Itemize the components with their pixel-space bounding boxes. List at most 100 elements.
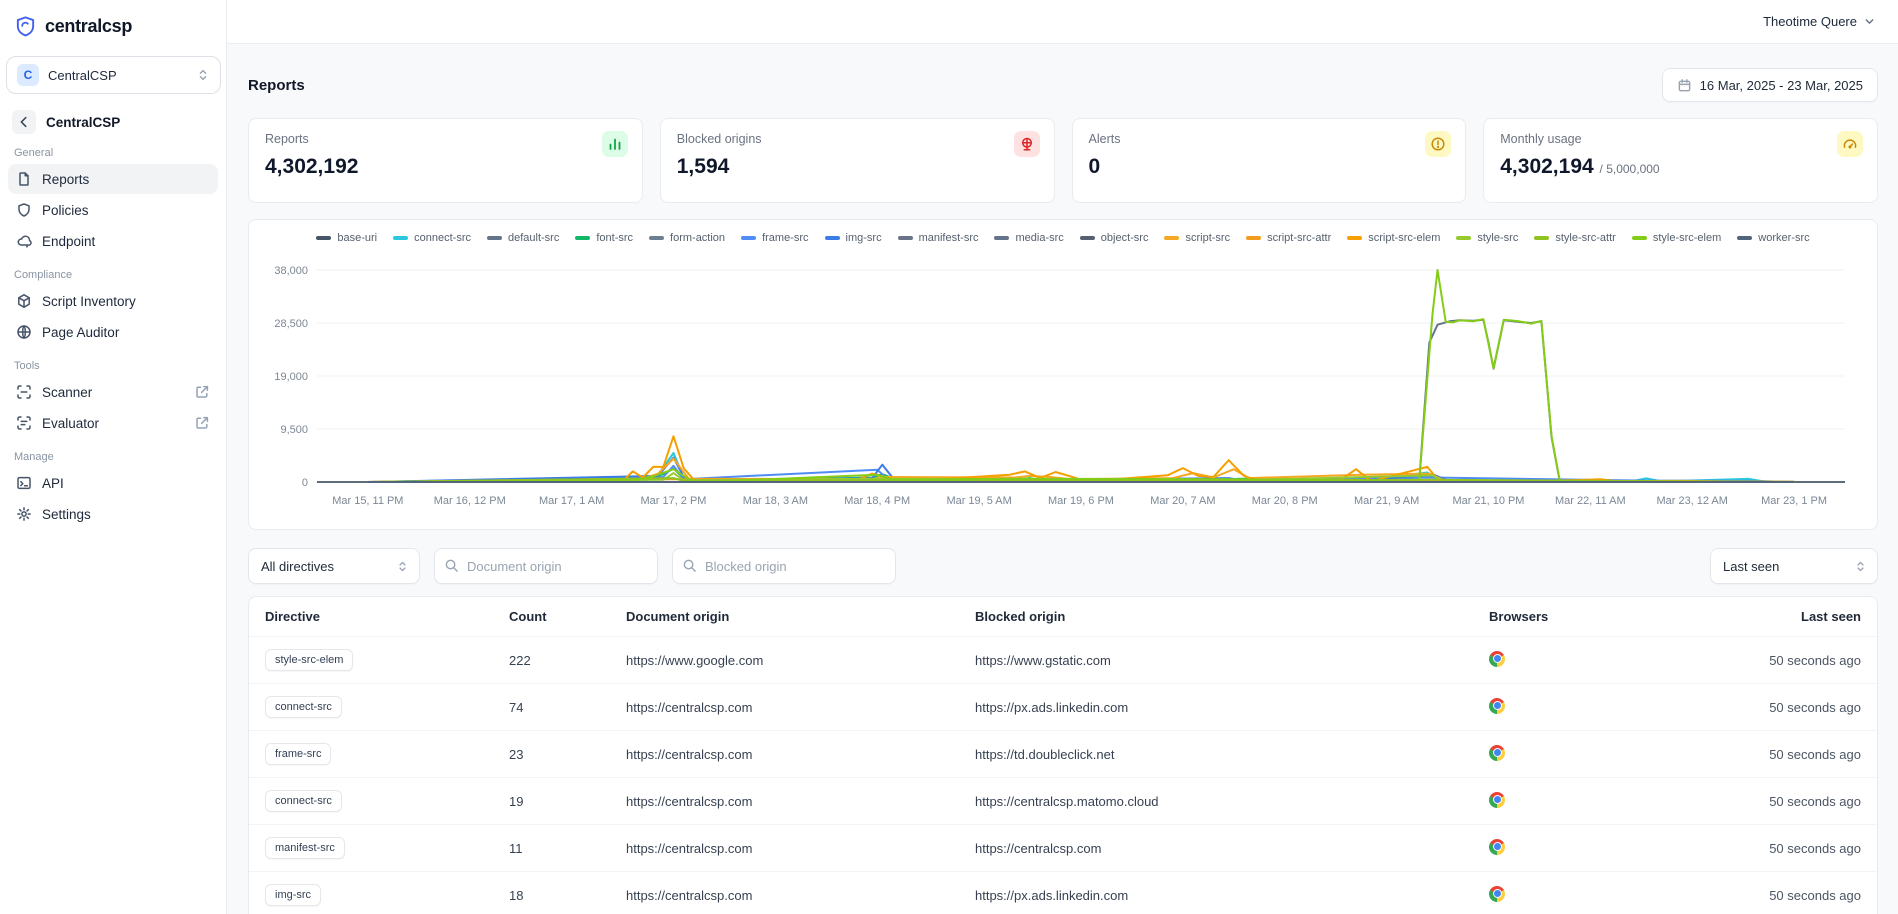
workspace-selector[interactable]: C CentralCSP [6, 56, 221, 94]
sidebar-item-evaluator[interactable]: Evaluator [8, 408, 218, 438]
legend-color-swatch [825, 236, 840, 240]
legend-color-swatch [487, 236, 502, 240]
directive-cell: connect-src [249, 778, 493, 825]
table-row[interactable]: style-src-elem222https://www.google.comh… [249, 637, 1877, 684]
legend-color-swatch [1080, 236, 1095, 240]
arrow-left-icon [17, 115, 31, 129]
last-seen-cell: 50 seconds ago [1703, 778, 1877, 825]
cloud-icon [16, 233, 32, 249]
svg-text:38,000: 38,000 [274, 265, 308, 277]
table-row[interactable]: frame-src23https://centralcsp.comhttps:/… [249, 731, 1877, 778]
reports-line-chart[interactable]: 09,50019,00028,50038,000Mar 15, 11 PMMar… [265, 250, 1861, 518]
directive-badge: frame-src [265, 743, 331, 765]
legend-color-swatch [994, 236, 1009, 240]
document-origin-cell: https://centralcsp.com [610, 684, 959, 731]
page-content: Reports 16 Mar, 2025 - 23 Mar, 2025 Repo… [227, 44, 1898, 914]
legend-color-swatch [1456, 236, 1471, 240]
stat-card-alerts: Alerts 0 [1072, 118, 1467, 203]
reports-table-card: Directive Count Document origin Blocked … [248, 596, 1878, 914]
svg-text:Mar 17, 2 PM: Mar 17, 2 PM [641, 495, 707, 507]
gear-icon [16, 506, 32, 522]
scan-icon [16, 384, 32, 400]
reports-chart-card: base-uri connect-src default-src font-src fo… [248, 219, 1878, 530]
legend-item-font-src[interactable]: font-src [575, 232, 633, 244]
legend-item-style-src-elem[interactable]: style-src-elem [1632, 232, 1721, 244]
sidebar-item-endpoint[interactable]: Endpoint [8, 226, 218, 256]
col-browsers: Browsers [1473, 597, 1703, 637]
table-row[interactable]: connect-src19https://centralcsp.comhttps… [249, 778, 1877, 825]
legend-color-swatch [1347, 236, 1362, 240]
directive-cell: frame-src [249, 731, 493, 778]
project-header: CentralCSP [12, 110, 214, 134]
sidebar-item-scanner[interactable]: Scanner [8, 377, 218, 407]
count-cell: 222 [493, 637, 610, 684]
nav-section-label: General [14, 147, 212, 159]
sidebar-item-script-inventory[interactable]: Script Inventory [8, 286, 218, 316]
evaluate-icon [16, 415, 32, 431]
sidebar-item-settings[interactable]: Settings [8, 499, 218, 529]
legend-item-default-src[interactable]: default-src [487, 232, 559, 244]
browsers-cell [1473, 637, 1703, 684]
legend-item-frame-src[interactable]: frame-src [741, 232, 808, 244]
sidebar-item-reports[interactable]: Reports [8, 164, 218, 194]
legend-item-worker-src[interactable]: worker-src [1737, 232, 1809, 244]
legend-item-script-src-elem[interactable]: script-src-elem [1347, 232, 1440, 244]
svg-text:Mar 20, 8 PM: Mar 20, 8 PM [1252, 495, 1318, 507]
svg-text:0: 0 [302, 477, 308, 489]
workspace-name: CentralCSP [48, 68, 187, 83]
blocked-origin-cell: https://px.ads.linkedin.com [959, 684, 1473, 731]
directive-cell: img-src [249, 872, 493, 914]
svg-text:Mar 22, 11 AM: Mar 22, 11 AM [1555, 495, 1626, 507]
blocked-origin-input[interactable] [672, 548, 896, 584]
chevron-updown-icon [396, 560, 409, 573]
sidebar-item-policies[interactable]: Policies [8, 195, 218, 225]
last-seen-select[interactable]: Last seen [1710, 548, 1878, 584]
table-row[interactable]: img-src18https://centralcsp.comhttps://p… [249, 872, 1877, 914]
sidebar-item-label: Scanner [42, 385, 184, 400]
legend-item-style-src-attr[interactable]: style-src-attr [1534, 232, 1616, 244]
legend-item-manifest-src[interactable]: manifest-src [898, 232, 979, 244]
svg-text:Mar 17, 1 AM: Mar 17, 1 AM [539, 495, 604, 507]
external-link-icon [194, 384, 210, 400]
directive-badge: connect-src [265, 790, 342, 812]
legend-item-media-src[interactable]: media-src [994, 232, 1063, 244]
sidebar-item-api[interactable]: API [8, 468, 218, 498]
calendar-icon [1677, 78, 1692, 93]
document-origin-input[interactable] [434, 548, 658, 584]
date-range-button[interactable]: 16 Mar, 2025 - 23 Mar, 2025 [1662, 68, 1878, 102]
legend-item-style-src[interactable]: style-src [1456, 232, 1518, 244]
count-cell: 19 [493, 778, 610, 825]
table-row[interactable]: connect-src74https://centralcsp.comhttps… [249, 684, 1877, 731]
blocked-origins-icon [1014, 131, 1040, 157]
sidebar-item-page-auditor[interactable]: Page Auditor [8, 317, 218, 347]
back-button[interactable] [12, 110, 36, 134]
table-header-row: Directive Count Document origin Blocked … [249, 597, 1877, 637]
legend-item-script-src[interactable]: script-src [1164, 232, 1230, 244]
reports-table: Directive Count Document origin Blocked … [249, 597, 1877, 914]
chrome-browser-icon [1489, 792, 1505, 808]
browsers-cell [1473, 825, 1703, 872]
filter-row: All directives [248, 548, 1878, 584]
user-name: Theotime Quere [1763, 14, 1857, 29]
stat-card-monthly-usage: Monthly usage 4,302,194 / 5,000,000 [1483, 118, 1878, 203]
count-cell: 74 [493, 684, 610, 731]
sidebar-item-label: Script Inventory [42, 294, 210, 309]
legend-item-form-action[interactable]: form-action [649, 232, 725, 244]
legend-item-object-src[interactable]: object-src [1080, 232, 1149, 244]
blocked-origin-cell: https://centralcsp.com [959, 825, 1473, 872]
legend-item-img-src[interactable]: img-src [825, 232, 882, 244]
last-seen-cell: 50 seconds ago [1703, 684, 1877, 731]
legend-item-script-src-attr[interactable]: script-src-attr [1246, 232, 1331, 244]
globe-icon [16, 324, 32, 340]
last-seen-cell: 50 seconds ago [1703, 825, 1877, 872]
directives-select[interactable]: All directives [248, 548, 420, 584]
legend-item-base-uri[interactable]: base-uri [316, 232, 377, 244]
workspace-avatar: C [17, 64, 39, 86]
browsers-cell [1473, 778, 1703, 825]
svg-text:28,500: 28,500 [274, 318, 308, 330]
count-cell: 11 [493, 825, 610, 872]
user-menu[interactable]: Theotime Quere [1763, 14, 1876, 29]
legend-item-connect-src[interactable]: connect-src [393, 232, 471, 244]
chrome-browser-icon [1489, 651, 1505, 667]
table-row[interactable]: manifest-src11https://centralcsp.comhttp… [249, 825, 1877, 872]
